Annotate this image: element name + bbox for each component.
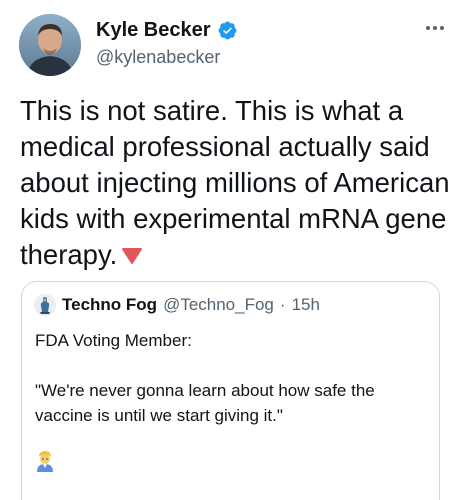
- author-handle[interactable]: @kylenabecker: [96, 47, 220, 68]
- author-name-row: Kyle Becker: [96, 19, 238, 42]
- quoted-separator: ·: [279, 295, 286, 314]
- person-emoji-icon: [37, 451, 53, 472]
- tweet-text: This is not satire. This is what a medic…: [20, 93, 452, 273]
- verified-badge-icon: [218, 21, 236, 40]
- tweet-body-text: This is not satire. This is what a medic…: [20, 95, 450, 270]
- user-avatar-icon: [19, 14, 81, 76]
- quoted-display-name: Techno Fog: [62, 295, 158, 314]
- quoted-timestamp[interactable]: 15h: [292, 295, 320, 315]
- quoted-text-line1: FDA Voting Member:: [35, 331, 192, 350]
- quoted-text-quote: "We're never gonna learn about how safe …: [35, 381, 375, 425]
- tweet-view: Kyle Becker @kylenabecker This is not sa…: [0, 0, 464, 500]
- red-triangle-down-icon: [122, 248, 143, 264]
- quoted-tweet-card[interactable]: Techno Fog @Techno_Fog · 15h FDA Voting …: [21, 281, 440, 500]
- quoted-handle: @Techno_Fog: [163, 295, 274, 314]
- quoted-tweet-header: Techno Fog @Techno_Fog · 15h: [34, 294, 320, 316]
- author-avatar[interactable]: [19, 14, 81, 76]
- author-display-name[interactable]: Kyle Becker: [96, 19, 211, 42]
- fog-avatar-icon: [34, 294, 56, 316]
- quoted-author-avatar: [34, 294, 56, 316]
- more-horizontal-icon: [426, 26, 444, 30]
- more-options-button[interactable]: [420, 16, 450, 40]
